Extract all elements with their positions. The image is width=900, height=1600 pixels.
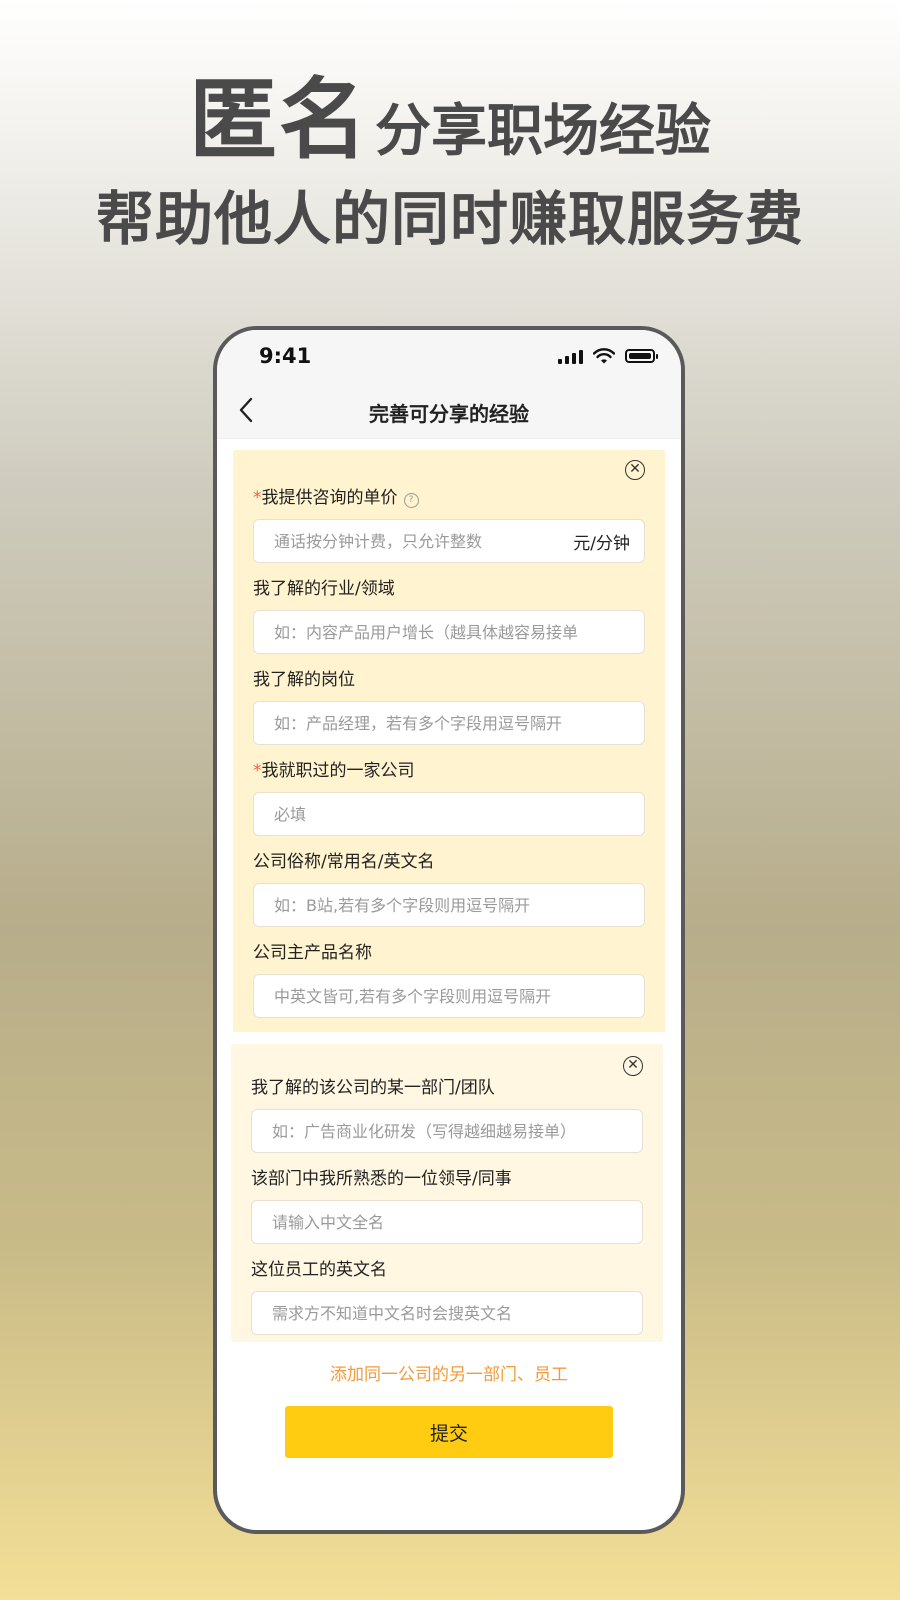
- field-department-label: 我了解的该公司的某一部门/团队: [251, 1078, 495, 1098]
- wifi-icon: [593, 348, 615, 364]
- required-mark: *: [253, 488, 262, 508]
- field-department: 我了解的该公司的某一部门/团队: [251, 1076, 643, 1153]
- department-input-box: [251, 1109, 643, 1153]
- department-input[interactable]: [272, 1121, 628, 1141]
- colleague-input-box: [251, 1200, 643, 1244]
- field-company-label: *我就职过的一家公司: [253, 759, 645, 783]
- status-bar: 9:41: [217, 330, 681, 382]
- english-name-input-box: [251, 1291, 643, 1335]
- phone-frame: 9:41 完善可分享的经验 ✕ *我提供咨询的单价? 通话按分钟计费，只允许整数…: [213, 326, 685, 1534]
- submit-button[interactable]: 提交: [285, 1406, 613, 1458]
- field-company-alias-label: 公司俗称/常用名/英文名: [253, 852, 435, 872]
- position-input[interactable]: [274, 713, 630, 733]
- position-input-box: [253, 701, 645, 745]
- price-unit: 元/分钟: [573, 533, 630, 554]
- colleague-input[interactable]: [272, 1212, 628, 1232]
- company-input[interactable]: [274, 804, 630, 824]
- status-time: 9:41: [259, 344, 312, 368]
- experience-card-company: ✕ *我提供咨询的单价? 元/分钟 我了解的行业/领域 我了解的岗位 *我就职过…: [233, 450, 665, 1032]
- company-alias-input-box: [253, 883, 645, 927]
- field-english-name: 这位员工的英文名: [251, 1258, 643, 1335]
- nav-bar: 完善可分享的经验: [217, 382, 681, 439]
- field-english-name-label: 这位员工的英文名: [251, 1260, 387, 1280]
- field-company-alias: 公司俗称/常用名/英文名: [253, 850, 645, 927]
- field-company-label-text: 我就职过的一家公司: [261, 761, 415, 781]
- add-department-link[interactable]: 添加同一公司的另一部门、员工: [217, 1360, 681, 1385]
- industry-input[interactable]: [274, 622, 630, 642]
- experience-card-department: ✕ 我了解的该公司的某一部门/团队 该部门中我所熟悉的一位领导/同事 这位员工的…: [231, 1044, 663, 1342]
- english-name-input[interactable]: [272, 1303, 628, 1323]
- required-mark: *: [253, 761, 262, 781]
- question-circle-icon[interactable]: ?: [403, 493, 419, 508]
- field-company: *我就职过的一家公司: [253, 759, 645, 836]
- close-card-icon[interactable]: ✕: [623, 1056, 643, 1076]
- hero-heading: 匿名 分享职场经验 帮助他人的同时赚取服务费: [0, 70, 900, 256]
- main-product-input[interactable]: [274, 986, 630, 1006]
- field-colleague-label: 该部门中我所熟悉的一位领导/同事: [251, 1169, 512, 1189]
- field-position: 我了解的岗位: [253, 668, 645, 745]
- price-input-box: 元/分钟: [253, 519, 645, 563]
- main-product-input-box: [253, 974, 645, 1018]
- field-main-product: 公司主产品名称: [253, 941, 645, 1018]
- field-industry: 我了解的行业/领域: [253, 577, 645, 654]
- field-main-product-label: 公司主产品名称: [253, 943, 372, 963]
- field-price: *我提供咨询的单价? 元/分钟: [253, 486, 645, 563]
- field-colleague: 该部门中我所熟悉的一位领导/同事: [251, 1167, 643, 1244]
- field-price-label: *我提供咨询的单价?: [253, 486, 645, 510]
- status-icons: [558, 348, 658, 364]
- hero-line-2: 帮助他人的同时赚取服务费: [95, 185, 804, 253]
- close-card-icon[interactable]: ✕: [625, 460, 645, 480]
- field-position-label: 我了解的岗位: [253, 670, 355, 690]
- signal-icon: [558, 348, 583, 364]
- company-input-box: [253, 792, 645, 836]
- field-price-label-text: 我提供咨询的单价: [261, 488, 398, 508]
- field-industry-label: 我了解的行业/领域: [253, 579, 395, 599]
- hero-small-text: 分享职场经验: [375, 99, 711, 164]
- battery-icon: [625, 349, 658, 363]
- hero-big-text: 匿名: [188, 68, 369, 171]
- industry-input-box: [253, 610, 645, 654]
- hero-line-1: 匿名 分享职场经验: [0, 70, 900, 170]
- company-alias-input[interactable]: [274, 895, 630, 915]
- page-title: 完善可分享的经验: [369, 402, 529, 426]
- price-input[interactable]: [274, 531, 566, 551]
